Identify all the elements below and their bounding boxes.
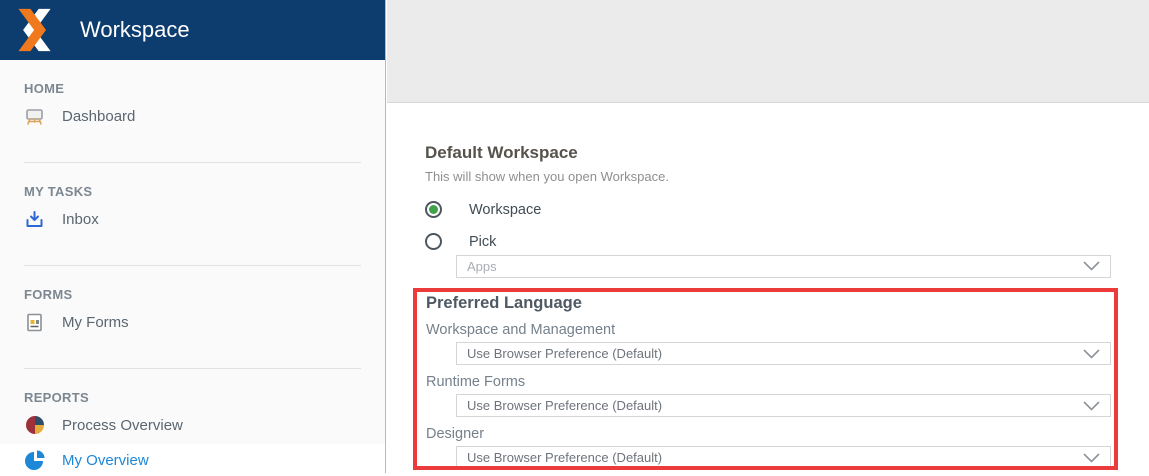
section-label-forms: FORMS bbox=[24, 287, 73, 302]
sidebar-section-forms: FORMS My Forms bbox=[0, 266, 385, 369]
easel-dashboard-icon bbox=[24, 106, 45, 127]
sidebar-header: Workspace bbox=[0, 0, 385, 60]
radio-selected-icon[interactable] bbox=[425, 201, 442, 219]
default-workspace-description: This will show when you open Workspace. bbox=[425, 168, 669, 184]
section-label-home: HOME bbox=[24, 81, 65, 96]
app-title: Workspace bbox=[80, 17, 190, 42]
sidebar-item-label: Process Overview bbox=[62, 416, 183, 434]
field-label-designer: Designer bbox=[426, 426, 485, 442]
radio-option-workspace[interactable]: Workspace bbox=[425, 201, 1149, 219]
form-document-icon bbox=[24, 312, 45, 333]
chevron-down-icon bbox=[1083, 452, 1100, 463]
sidebar-item-label: Dashboard bbox=[62, 107, 136, 125]
radio-option-pick[interactable]: Pick bbox=[425, 233, 1149, 251]
section-label-reports: REPORTS bbox=[24, 390, 89, 405]
apps-dropdown-placeholder: Apps bbox=[467, 258, 497, 274]
chevron-down-icon bbox=[1083, 348, 1100, 359]
settings-content: Default Workspace This will show when yo… bbox=[387, 103, 1149, 278]
sidebar-item-inbox[interactable]: Inbox bbox=[0, 203, 385, 235]
radio-label: Pick bbox=[469, 233, 497, 250]
sidebar-section-reports: REPORTS Process Overview My Overview bbox=[0, 369, 385, 476]
apps-dropdown[interactable]: Apps bbox=[456, 254, 1111, 278]
sidebar-item-my-forms[interactable]: My Forms bbox=[0, 306, 385, 338]
main-header-band bbox=[387, 0, 1149, 103]
section-label-my-tasks: MY TASKS bbox=[24, 184, 93, 199]
language-dropdown-runtime-forms[interactable]: Use Browser Preference (Default) bbox=[456, 394, 1111, 417]
field-label-runtime-forms: Runtime Forms bbox=[426, 374, 526, 390]
radio-label: Workspace bbox=[469, 201, 542, 218]
dropdown-value: Use Browser Preference (Default) bbox=[467, 398, 663, 413]
sidebar-item-process-overview[interactable]: Process Overview bbox=[0, 409, 385, 441]
language-dropdown-workspace-management[interactable]: Use Browser Preference (Default) bbox=[456, 342, 1111, 365]
sidebar-item-label: My Overview bbox=[62, 451, 149, 469]
dropdown-value: Use Browser Preference (Default) bbox=[467, 450, 663, 465]
sidebar: Workspace HOME Dashboard MY TASKS Inbox … bbox=[0, 0, 386, 476]
field-label-workspace-and-management: Workspace and Management bbox=[426, 322, 616, 338]
sidebar-item-label: Inbox bbox=[62, 210, 99, 228]
sidebar-section-home: HOME Dashboard bbox=[0, 60, 385, 163]
default-workspace-title: Default Workspace bbox=[425, 143, 578, 162]
chevron-down-icon bbox=[1083, 261, 1100, 271]
pie-chart-blue-icon bbox=[24, 450, 45, 471]
inbox-download-icon bbox=[24, 209, 45, 230]
workspace-x-logo-icon bbox=[18, 8, 51, 52]
language-dropdown-designer[interactable]: Use Browser Preference (Default) bbox=[456, 446, 1111, 466]
preferred-language-title: Preferred Language bbox=[426, 294, 582, 312]
radio-unselected-icon[interactable] bbox=[425, 233, 442, 251]
pie-chart-multicolor-icon bbox=[24, 415, 45, 436]
sidebar-section-my-tasks: MY TASKS Inbox bbox=[0, 163, 385, 266]
dropdown-value: Use Browser Preference (Default) bbox=[467, 346, 663, 361]
sidebar-item-my-overview[interactable]: My Overview bbox=[0, 444, 385, 476]
sidebar-item-label: My Forms bbox=[62, 313, 129, 331]
preferred-language-section: Preferred Language Workspace and Managem… bbox=[413, 288, 1118, 470]
sidebar-item-dashboard[interactable]: Dashboard bbox=[0, 100, 385, 132]
chevron-down-icon bbox=[1083, 400, 1100, 411]
main-content: Default Workspace This will show when yo… bbox=[387, 0, 1149, 473]
